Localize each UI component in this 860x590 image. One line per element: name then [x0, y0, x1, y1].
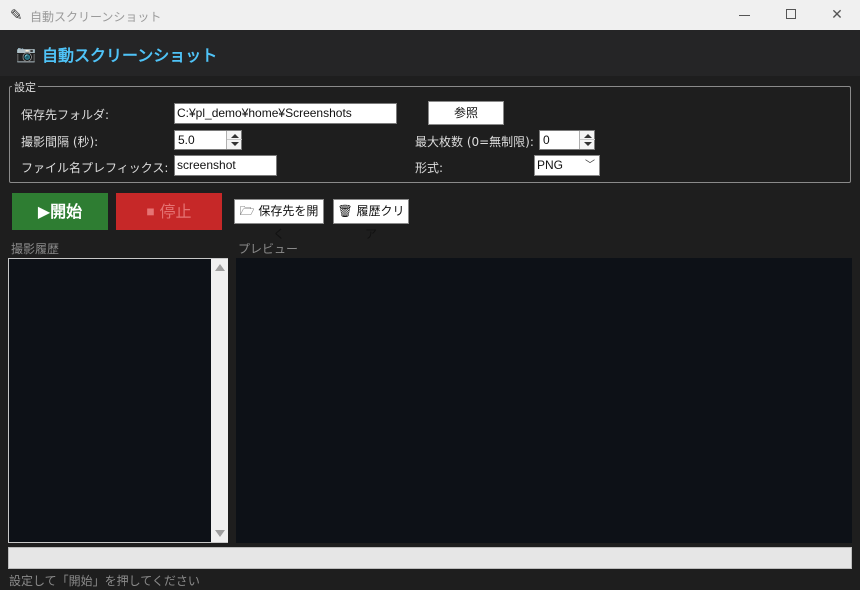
spin-divider: [580, 139, 595, 140]
spin-arrows[interactable]: [226, 131, 242, 149]
settings-legend: 設定: [12, 79, 38, 95]
spin-divider: [227, 139, 242, 140]
history-title: 撮影履歴: [11, 242, 60, 256]
spin-up-icon[interactable]: [231, 134, 239, 138]
max-count-spinbox[interactable]: 0: [539, 130, 595, 150]
start-button[interactable]: ▶開始: [12, 193, 108, 230]
app-header: 📷 自動スクリーンショット: [0, 30, 860, 76]
scroll-down-icon[interactable]: [215, 530, 225, 537]
minimize-button[interactable]: [722, 0, 768, 30]
chevron-down-icon: ﹀: [585, 160, 595, 171]
max-count-value: 0: [543, 133, 550, 147]
spin-down-icon[interactable]: [231, 142, 239, 146]
format-label: 形式:: [415, 161, 444, 175]
spin-up-icon[interactable]: [584, 134, 592, 138]
maximize-button[interactable]: [768, 0, 814, 30]
prefix-label: ファイル名プレフィックス:: [21, 161, 169, 175]
camera-icon: 📷: [16, 44, 36, 63]
prefix-input[interactable]: screenshot: [174, 155, 277, 176]
status-text: 設定して「開始」を押してください: [9, 574, 200, 588]
open-folder-button[interactable]: 🗁 保存先を開く: [234, 199, 324, 241]
close-icon: ✕: [831, 7, 843, 23]
feather-icon: ✎: [10, 6, 23, 24]
window-titlebar: ✎ 自動スクリーンショット ✕: [0, 0, 860, 30]
interval-value: 5.0: [178, 133, 195, 147]
history-scrollbar[interactable]: [211, 259, 228, 542]
interval-spinbox[interactable]: 5.0: [174, 130, 242, 150]
close-button[interactable]: ✕: [814, 0, 860, 30]
save-folder-input[interactable]: C:¥pl_demo¥home¥Screenshots: [174, 103, 397, 124]
preview-pane: [236, 258, 852, 543]
preview-title: プレビュー: [238, 242, 299, 256]
browse-button[interactable]: 参照: [428, 101, 504, 125]
save-folder-label: 保存先フォルダ:: [21, 108, 110, 122]
scroll-up-icon[interactable]: [215, 264, 225, 271]
minimize-icon: [739, 15, 750, 16]
clear-history-button[interactable]: 🗑 履歴クリア: [333, 199, 409, 241]
format-select[interactable]: PNG ﹀: [534, 155, 600, 176]
progress-bar: [8, 547, 852, 569]
history-list[interactable]: [8, 258, 228, 543]
spin-down-icon[interactable]: [584, 142, 592, 146]
window-title: 自動スクリーンショット: [30, 10, 162, 24]
interval-label: 撮影間隔 (秒):: [21, 135, 99, 149]
max-count-label: 最大枚数 (0=無制限):: [415, 135, 534, 149]
format-value: PNG: [537, 158, 564, 172]
stop-button[interactable]: ⏹ 停止: [116, 193, 222, 230]
app-title: 自動スクリーンショット: [42, 46, 218, 65]
maximize-icon: [786, 9, 796, 19]
spin-arrows[interactable]: [579, 131, 595, 149]
